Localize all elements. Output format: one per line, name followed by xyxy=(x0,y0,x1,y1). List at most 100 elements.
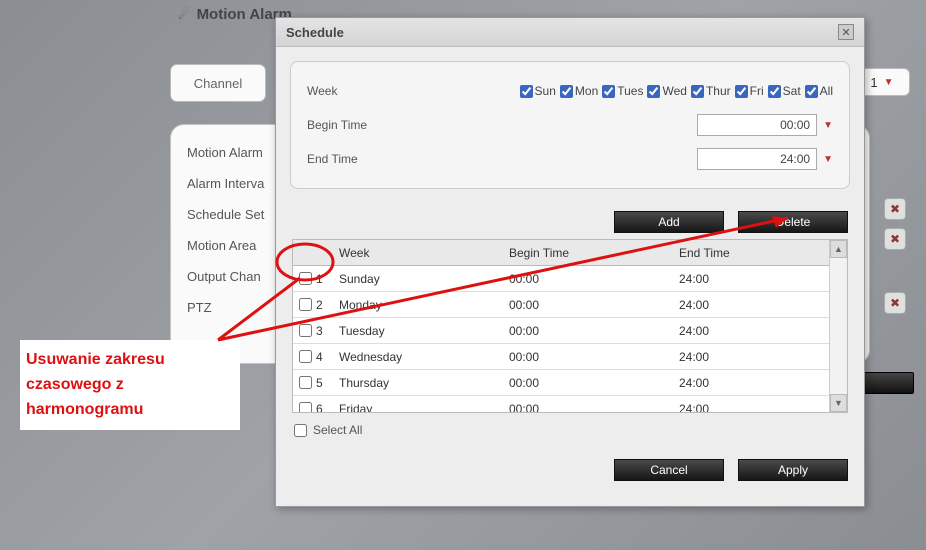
add-button[interactable]: Add xyxy=(614,211,724,233)
weekday-check-mon[interactable]: Mon xyxy=(560,84,598,98)
row-number: 4 xyxy=(316,350,323,364)
row-checkbox[interactable] xyxy=(299,298,312,311)
motion-alarm-icon: ☄ xyxy=(178,6,191,23)
close-button[interactable]: ✕ xyxy=(838,24,854,40)
schedule-dialog: Schedule ✕ Week Sun Mon Tues Wed Thur Fri Sat A… xyxy=(275,17,865,507)
cell-week: Monday xyxy=(339,298,509,312)
weekday-checkbox[interactable] xyxy=(805,85,818,98)
cell-end: 24:00 xyxy=(679,298,829,312)
table-row[interactable]: 5 Thursday00:0024:00 xyxy=(293,370,829,396)
weekday-label: Tues xyxy=(617,84,643,98)
select-all-checkbox[interactable] xyxy=(294,424,307,437)
cell-begin: 00:00 xyxy=(509,350,679,364)
scroll-up-arrow[interactable]: ▲ xyxy=(830,240,847,258)
end-time-input[interactable] xyxy=(697,148,817,170)
cell-week: Tuesday xyxy=(339,324,509,338)
cell-week: Thursday xyxy=(339,376,509,390)
table-row[interactable]: 6Friday00:0024:00 xyxy=(293,396,829,412)
chevron-down-icon[interactable]: ▼ xyxy=(823,120,833,131)
row-number: 5 xyxy=(316,376,323,390)
weekday-checkbox[interactable] xyxy=(691,85,704,98)
cell-week: Sunday xyxy=(339,272,509,286)
scroll-track[interactable] xyxy=(830,258,847,394)
weekday-check-wed[interactable]: Wed xyxy=(647,84,686,98)
weekday-checkbox[interactable] xyxy=(647,85,660,98)
tool-icon[interactable]: ✖ xyxy=(884,228,906,250)
begin-time-input[interactable] xyxy=(697,114,817,136)
annotation-callout: Usuwanie zakresu czasowego z harmonogram… xyxy=(20,340,240,430)
cell-begin: 00:00 xyxy=(509,324,679,338)
apply-button[interactable]: Apply xyxy=(738,459,848,481)
end-time-label: End Time xyxy=(307,152,397,166)
row-number: 6 xyxy=(316,402,323,413)
row-number: 1 xyxy=(316,272,323,286)
begin-time-row: Begin Time ▼ xyxy=(307,108,833,142)
row-number: 2 xyxy=(316,298,323,312)
week-label: Week xyxy=(307,84,397,98)
tool-icon[interactable]: ✖ xyxy=(884,292,906,314)
cell-end: 24:00 xyxy=(679,324,829,338)
schedule-table: Week Begin Time End Time 1Sunday00:0024:… xyxy=(292,239,848,413)
delete-button[interactable]: Delete xyxy=(738,211,848,233)
cell-begin: 00:00 xyxy=(509,376,679,390)
row-checkbox[interactable] xyxy=(299,350,312,363)
weekday-checkbox[interactable] xyxy=(735,85,748,98)
cell-end: 24:00 xyxy=(679,376,829,390)
channel-label-box: Channel xyxy=(170,64,266,102)
dialog-title: Schedule xyxy=(286,25,344,40)
row-checkbox[interactable] xyxy=(299,402,312,412)
weekday-check-fri[interactable]: Fri xyxy=(735,84,764,98)
weekday-check-tues[interactable]: Tues xyxy=(602,84,643,98)
weekday-check-all[interactable]: All xyxy=(805,84,833,98)
col-header-end: End Time xyxy=(679,246,829,260)
weekday-label: Thur xyxy=(706,84,731,98)
begin-time-label: Begin Time xyxy=(307,118,397,132)
cell-week: Friday xyxy=(339,402,509,413)
end-time-row: End Time ▼ xyxy=(307,142,833,176)
weekday-label: Mon xyxy=(575,84,598,98)
channel-value: 1 xyxy=(870,75,877,90)
week-row: Week Sun Mon Tues Wed Thur Fri Sat All xyxy=(307,74,833,108)
col-header-begin: Begin Time xyxy=(509,246,679,260)
row-checkbox[interactable] xyxy=(299,324,312,337)
weekday-label: Sat xyxy=(783,84,801,98)
chevron-down-icon[interactable]: ▼ xyxy=(823,154,833,165)
cell-week: Wednesday xyxy=(339,350,509,364)
cancel-button[interactable]: Cancel xyxy=(614,459,724,481)
tool-icon[interactable]: ✖ xyxy=(884,198,906,220)
weekday-checkbox[interactable] xyxy=(768,85,781,98)
weekday-check-sun[interactable]: Sun xyxy=(520,84,556,98)
weekday-label: Sun xyxy=(535,84,556,98)
table-row[interactable]: 3 Tuesday00:0024:00 xyxy=(293,318,829,344)
table-row[interactable]: 2 Monday00:0024:00 xyxy=(293,292,829,318)
select-all-row: Select All xyxy=(276,413,864,447)
close-icon: ✕ xyxy=(841,26,850,39)
dialog-footer: Cancel Apply xyxy=(276,447,864,493)
weekday-label: All xyxy=(820,84,833,98)
weekday-checkbox[interactable] xyxy=(602,85,615,98)
cell-end: 24:00 xyxy=(679,272,829,286)
cell-begin: 00:00 xyxy=(509,298,679,312)
chevron-down-icon: ▼ xyxy=(884,77,894,88)
weekday-checkbox[interactable] xyxy=(560,85,573,98)
row-number: 3 xyxy=(316,324,323,338)
select-all-label: Select All xyxy=(313,423,362,437)
cell-begin: 00:00 xyxy=(509,402,679,413)
weekday-check-thur[interactable]: Thur xyxy=(691,84,731,98)
col-header-week: Week xyxy=(339,246,509,260)
weekday-checkbox[interactable] xyxy=(520,85,533,98)
scroll-down-arrow[interactable]: ▼ xyxy=(830,394,847,412)
row-checkbox[interactable] xyxy=(299,376,312,389)
cell-end: 24:00 xyxy=(679,350,829,364)
week-checkbox-group: Sun Mon Tues Wed Thur Fri Sat All xyxy=(397,84,833,98)
table-row[interactable]: 1 Sunday00:0024:00 xyxy=(293,266,829,292)
cell-begin: 00:00 xyxy=(509,272,679,286)
schedule-form-panel: Week Sun Mon Tues Wed Thur Fri Sat All Begin Ti… xyxy=(290,61,850,189)
weekday-check-sat[interactable]: Sat xyxy=(768,84,801,98)
dialog-titlebar: Schedule ✕ xyxy=(276,18,864,47)
add-delete-row: Add Delete xyxy=(276,203,864,233)
table-row[interactable]: 4 Wednesday00:0024:00 xyxy=(293,344,829,370)
table-header-row: Week Begin Time End Time xyxy=(293,240,829,266)
row-checkbox[interactable] xyxy=(299,272,312,285)
vertical-scrollbar[interactable]: ▲ ▼ xyxy=(829,240,847,412)
